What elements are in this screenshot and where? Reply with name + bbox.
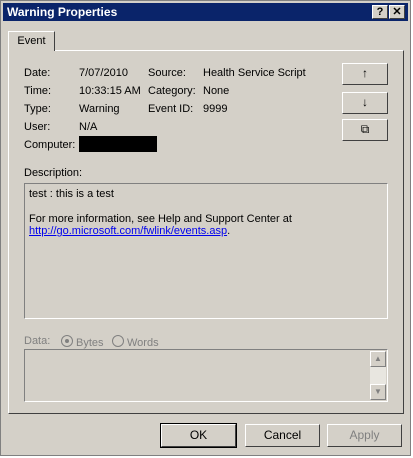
- source-value: Health Service Script: [203, 67, 306, 79]
- description-label: Description:: [24, 167, 83, 179]
- cancel-button[interactable]: Cancel: [245, 424, 320, 447]
- data-box[interactable]: ▲ ▼: [24, 349, 388, 402]
- category-value: None: [203, 85, 230, 97]
- words-radio[interactable]: Words: [112, 335, 159, 349]
- time-label: Time:: [24, 85, 52, 97]
- type-label: Type:: [24, 103, 51, 115]
- link-suffix: .: [227, 225, 231, 237]
- computer-value-redacted: [79, 136, 157, 152]
- arrow-down-icon: ↓: [362, 95, 368, 109]
- help-link[interactable]: http://go.microsoft.com/fwlink/events.as…: [29, 225, 227, 237]
- data-scrollbar[interactable]: ▲ ▼: [370, 351, 386, 400]
- user-value: N/A: [79, 121, 98, 133]
- description-line: test : this is a test: [29, 188, 114, 200]
- tab-event[interactable]: Event: [8, 31, 55, 51]
- copy-button[interactable]: ⧉: [342, 119, 388, 141]
- next-event-button[interactable]: ↓: [342, 92, 388, 114]
- bytes-radio[interactable]: Bytes: [61, 335, 104, 349]
- title-bar: Warning Properties ? ✕: [3, 3, 408, 21]
- type-value: Warning: [79, 103, 120, 115]
- scroll-up-icon[interactable]: ▲: [370, 351, 386, 367]
- help-button[interactable]: ?: [372, 5, 388, 19]
- bytes-label: Bytes: [76, 337, 104, 349]
- words-label: Words: [127, 337, 159, 349]
- properties-window: Warning Properties ? ✕ Event Date: 7/07/…: [0, 0, 411, 456]
- description-box[interactable]: test : this is a test For more informati…: [24, 183, 388, 319]
- arrow-up-icon: ↑: [362, 66, 368, 80]
- date-label: Date:: [24, 67, 51, 79]
- ok-button[interactable]: OK: [160, 423, 237, 448]
- computer-label: Computer:: [24, 139, 76, 151]
- description-line: For more information, see Help and Suppo…: [29, 213, 292, 225]
- eventid-label: Event ID:: [148, 103, 194, 115]
- window-title: Warning Properties: [7, 5, 118, 19]
- apply-button[interactable]: Apply: [327, 424, 402, 447]
- close-button[interactable]: ✕: [389, 5, 405, 19]
- eventid-value: 9999: [203, 103, 228, 115]
- date-value: 7/07/2010: [79, 67, 128, 79]
- radio-icon: [112, 335, 124, 347]
- radio-selected-icon: [61, 335, 73, 347]
- user-label: User:: [24, 121, 51, 133]
- time-value: 10:33:15 AM: [79, 85, 141, 97]
- data-label: Data:: [24, 335, 51, 347]
- copy-icon: ⧉: [360, 122, 370, 136]
- source-label: Source:: [148, 67, 186, 79]
- previous-event-button[interactable]: ↑: [342, 63, 388, 85]
- scroll-down-icon[interactable]: ▼: [370, 384, 386, 400]
- category-label: Category:: [148, 85, 196, 97]
